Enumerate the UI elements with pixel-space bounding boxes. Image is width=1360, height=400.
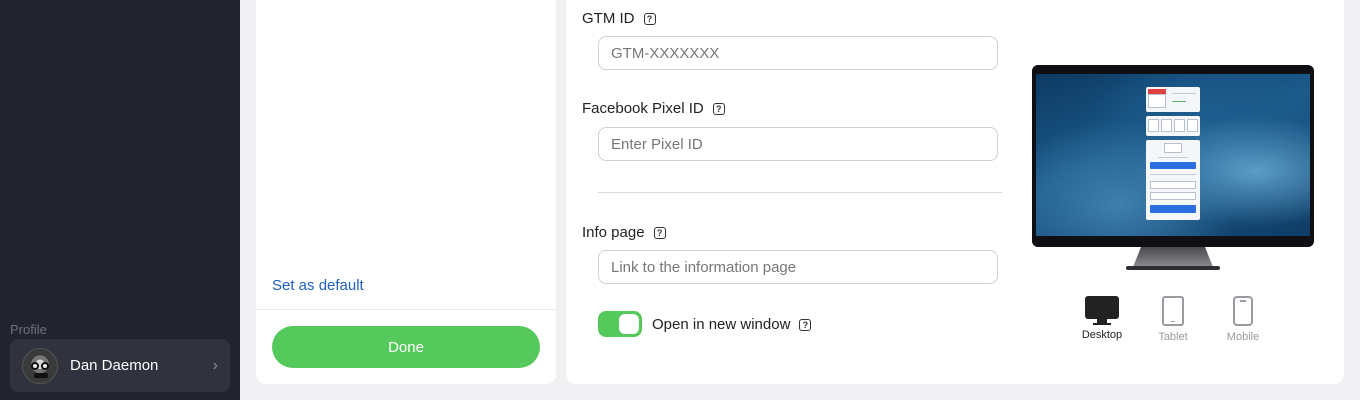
divider [598,192,1002,193]
done-button[interactable]: Done [272,326,540,368]
help-icon[interactable]: ? [712,102,725,115]
info-page-label: Info page ? [582,224,666,241]
preview-signin-card [1146,140,1200,220]
avatar [22,347,58,384]
open-new-window-toggle[interactable] [598,311,642,337]
profile-name: Dan Daemon [70,357,159,374]
gtm-id-input[interactable] [598,36,998,70]
divider [256,309,556,310]
preview-countdown-card [1146,116,1200,136]
settings-panel: GTM ID ? Facebook Pixel ID ? Info page ?… [566,0,1344,384]
monitor-base [1126,266,1220,270]
facebook-pixel-label-text: Facebook Pixel ID [582,100,704,117]
device-label: Tablet [1158,331,1188,343]
open-new-window-label: Open in new window ? [652,316,812,333]
device-label: Desktop [1081,329,1123,341]
toggle-knob [619,314,639,334]
monitor-stand [1133,247,1213,267]
facebook-pixel-input[interactable] [598,127,998,161]
sidebar: Profile Dan Daemon › [0,0,240,400]
chevron-right-icon: › [212,356,218,374]
preview-calendar-card [1146,87,1200,112]
device-desktop-button[interactable]: Desktop [1077,296,1127,341]
profile-card[interactable]: Dan Daemon › [10,339,230,392]
set-as-default-link[interactable]: Set as default [272,277,364,294]
profile-section-label: Profile [10,322,47,337]
preview-screen [1036,74,1310,236]
help-icon[interactable]: ? [799,318,812,331]
help-icon[interactable]: ? [643,12,656,25]
gtm-id-label: GTM ID ? [582,10,656,27]
device-label: Mobile [1226,331,1260,343]
device-mobile-button[interactable]: Mobile [1218,296,1268,343]
tablet-icon [1162,296,1184,326]
gtm-id-label-text: GTM ID [582,10,635,27]
info-page-input[interactable] [598,250,998,284]
help-icon[interactable]: ? [653,226,666,239]
facebook-pixel-label: Facebook Pixel ID ? [582,100,725,117]
device-tablet-button[interactable]: Tablet [1148,296,1198,343]
mobile-icon [1233,296,1253,326]
left-panel: Set as default Done [256,0,556,384]
info-page-label-text: Info page [582,224,645,241]
desktop-preview [1032,65,1314,247]
open-new-window-label-text: Open in new window [652,316,791,333]
desktop-icon [1085,296,1119,325]
